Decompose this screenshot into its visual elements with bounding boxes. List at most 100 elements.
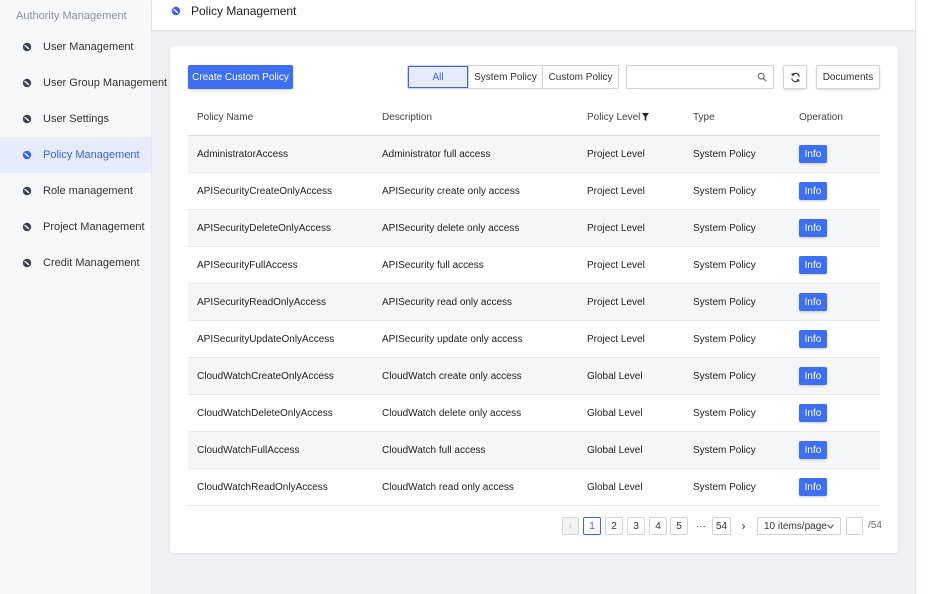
info-button[interactable]: Info [799, 219, 827, 237]
column-header-policy-level[interactable]: Policy Level [587, 112, 693, 123]
cell-policy-name: APISecurityReadOnlyAccess [197, 296, 326, 308]
nav-bullet-icon [22, 222, 32, 232]
documents-button[interactable]: Documents [816, 65, 880, 89]
cell-policy-level: Global Level [587, 481, 643, 493]
cell-type: System Policy [693, 185, 756, 197]
page-button-2[interactable]: 2 [605, 517, 623, 535]
right-panel-edge [915, 0, 929, 594]
table-row: AdministratorAccess Administrator full a… [188, 136, 880, 173]
info-button[interactable]: Info [799, 145, 827, 163]
pagination: ‹ 1 2 3 4 5 ··· 54 › 10 items/page /54 [170, 517, 898, 535]
column-header-operation: Operation [799, 111, 843, 123]
info-button[interactable]: Info [799, 256, 827, 274]
table-row: CloudWatchDeleteOnlyAccess CloudWatch de… [188, 395, 880, 432]
cell-policy-name: CloudWatchDeleteOnlyAccess [197, 407, 333, 419]
create-custom-policy-button[interactable]: Create Custom Policy [188, 65, 293, 89]
page-title: Policy Management [191, 4, 297, 18]
column-header-label: Policy Level [587, 111, 641, 123]
policy-table: Policy Name Description Policy Level Typ… [188, 99, 880, 506]
page-button-5[interactable]: 5 [670, 517, 688, 535]
filter-custom-policy-button[interactable]: Custom Policy [542, 66, 618, 88]
total-pages: /54 [868, 520, 882, 531]
sidebar-item-credit-management[interactable]: Credit Management [0, 245, 151, 281]
cell-policy-name: CloudWatchCreateOnlyAccess [197, 370, 334, 382]
refresh-button[interactable] [783, 65, 807, 89]
cell-policy-name: CloudWatchFullAccess [197, 444, 300, 456]
column-header-policy-name: Policy Name [197, 111, 254, 123]
cell-policy-level: Project Level [587, 333, 645, 345]
table-row: CloudWatchFullAccess CloudWatch full acc… [188, 432, 880, 469]
policy-icon [171, 6, 181, 16]
sidebar-item-user-management[interactable]: User Management [0, 29, 151, 65]
sidebar-item-label: Role management [43, 185, 133, 197]
sidebar-item-label: Credit Management [43, 257, 140, 269]
nav-bullet-icon [22, 258, 32, 268]
info-button[interactable]: Info [799, 293, 827, 311]
cell-description: CloudWatch delete only access [382, 407, 522, 419]
page-ellipsis[interactable]: ··· [692, 517, 710, 535]
sidebar-item-policy-management[interactable]: Policy Management [0, 137, 151, 173]
cell-type: System Policy [693, 296, 756, 308]
sidebar-item-user-group-management[interactable]: User Group Management [0, 65, 167, 101]
filter-icon[interactable] [642, 113, 650, 121]
sidebar-item-label: User Management [43, 41, 134, 53]
cell-policy-name: APISecurityUpdateOnlyAccess [197, 333, 335, 345]
page-button-4[interactable]: 4 [649, 517, 667, 535]
next-page-button[interactable]: › [735, 517, 752, 535]
sidebar-item-role-management[interactable]: Role management [0, 173, 151, 209]
cell-description: APISecurity update only access [382, 333, 523, 345]
page-size-value: 10 items/page [764, 520, 827, 532]
policy-card: Create Custom Policy All System Policy C… [170, 46, 898, 553]
cell-type: System Policy [693, 148, 756, 160]
table-row: CloudWatchReadOnlyAccess CloudWatch read… [188, 469, 880, 506]
sidebar: Authority Management User Management Use… [0, 0, 167, 594]
cell-description: APISecurity create only access [382, 185, 520, 197]
page-size-select[interactable]: 10 items/page [757, 517, 841, 535]
cell-policy-level: Global Level [587, 370, 643, 382]
cell-type: System Policy [693, 481, 756, 493]
info-button[interactable]: Info [799, 182, 827, 200]
chevron-down-icon [827, 524, 834, 529]
table-row: APISecurityCreateOnlyAccess APISecurity … [188, 173, 880, 210]
info-button[interactable]: Info [799, 478, 827, 496]
page-button-1[interactable]: 1 [583, 517, 601, 535]
refresh-icon [790, 72, 800, 82]
info-button[interactable]: Info [799, 404, 827, 422]
page-button-last[interactable]: 54 [712, 517, 731, 535]
cell-policy-level: Project Level [587, 259, 645, 271]
sidebar-item-label: User Settings [43, 113, 110, 125]
column-header-description: Description [382, 111, 433, 123]
cell-type: System Policy [693, 370, 756, 382]
info-button[interactable]: Info [799, 330, 827, 348]
cell-description: Administrator full access [382, 148, 491, 160]
nav-bullet-icon [22, 186, 32, 196]
cell-policy-name: AdministratorAccess [197, 148, 289, 160]
table-row: CloudWatchCreateOnlyAccess CloudWatch cr… [188, 358, 880, 395]
prev-page-button[interactable]: ‹ [562, 517, 579, 535]
info-button[interactable]: Info [799, 441, 827, 459]
sidebar-item-label: Project Management [43, 221, 145, 233]
table-body: AdministratorAccess Administrator full a… [188, 136, 880, 506]
page-button-3[interactable]: 3 [627, 517, 645, 535]
cell-type: System Policy [693, 259, 756, 271]
page-jump-input[interactable] [846, 517, 863, 535]
cell-type: System Policy [693, 222, 756, 234]
filter-system-policy-button[interactable]: System Policy [468, 66, 542, 88]
cell-policy-level: Global Level [587, 407, 643, 419]
sidebar-title: Authority Management [16, 10, 127, 22]
filter-all-button[interactable]: All [408, 66, 468, 88]
cell-type: System Policy [693, 333, 756, 345]
policy-type-filter: All System Policy Custom Policy [407, 65, 619, 89]
nav-bullet-icon [22, 78, 32, 88]
search-input[interactable] [627, 66, 753, 88]
info-button[interactable]: Info [799, 367, 827, 385]
sidebar-item-label: User Group Management [43, 77, 168, 89]
sidebar-item-project-management[interactable]: Project Management [0, 209, 151, 245]
column-header-type: Type [693, 111, 715, 123]
search-icon[interactable] [757, 72, 767, 82]
cell-description: CloudWatch full access [382, 444, 486, 456]
cell-policy-level: Project Level [587, 185, 645, 197]
sidebar-item-label: Policy Management [43, 149, 140, 161]
sidebar-item-user-settings[interactable]: User Settings [0, 101, 151, 137]
cell-policy-name: APISecurityDeleteOnlyAccess [197, 222, 331, 234]
